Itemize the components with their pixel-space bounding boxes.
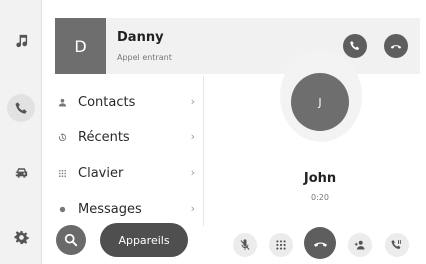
phone-hangup-icon — [313, 241, 327, 247]
add-person-icon — [354, 240, 365, 250]
menu-item-label: Contacts — [78, 94, 136, 110]
menu-item-label: Clavier — [78, 165, 124, 181]
person-icon — [58, 98, 67, 107]
phone-decline-icon — [390, 45, 402, 49]
menu-item-label: Récents — [78, 129, 130, 145]
keypad-button[interactable] — [269, 233, 293, 257]
settings-gear-icon[interactable] — [7, 223, 35, 251]
chevron-right-icon: › — [190, 95, 195, 108]
phone-accept-icon — [350, 41, 360, 51]
search-button[interactable] — [56, 225, 86, 255]
menu-item-messages[interactable]: Messages › — [48, 193, 203, 225]
menu-item-recents[interactable]: Récents › — [48, 121, 203, 153]
menu-item-contacts[interactable]: Contacts › — [48, 86, 203, 118]
accept-call-button[interactable] — [343, 34, 367, 58]
transfer-call-button[interactable] — [385, 233, 409, 257]
car-icon[interactable] — [7, 158, 35, 186]
chevron-right-icon: › — [190, 130, 195, 143]
music-note-icon[interactable] — [7, 26, 35, 54]
chevron-right-icon: › — [190, 166, 195, 179]
caller-avatar-initial: D — [74, 36, 87, 56]
call-timer: 0:20 — [311, 193, 329, 202]
mute-mic-button[interactable] — [233, 233, 257, 257]
caller-name: Danny — [117, 30, 164, 45]
end-call-button[interactable] — [304, 227, 336, 259]
keypad-icon — [58, 169, 67, 177]
mic-off-icon — [240, 239, 250, 250]
call-status: Appel entrant — [117, 53, 172, 62]
panel-divider — [203, 76, 204, 226]
keypad-icon — [276, 240, 286, 250]
left-rail — [0, 0, 42, 264]
menu-item-keypad[interactable]: Clavier › — [48, 157, 203, 189]
phone-screen: D Danny Appel entrant Contacts › Récents… — [0, 0, 426, 264]
message-dot-icon — [59, 206, 66, 212]
devices-button[interactable]: Appareils — [100, 223, 188, 257]
contact-name: John — [303, 171, 337, 186]
search-icon — [64, 233, 78, 247]
history-icon — [58, 132, 67, 141]
menu-item-label: Messages — [78, 201, 142, 217]
phone-transfer-icon — [391, 240, 401, 250]
chevron-right-icon: › — [190, 202, 195, 215]
add-participant-button[interactable] — [348, 233, 372, 257]
phone-icon[interactable] — [7, 94, 35, 122]
decline-call-button[interactable] — [384, 34, 408, 58]
incoming-call-banner[interactable]: D Danny Appel entrant — [55, 18, 420, 74]
contact-avatar-initial: J — [318, 95, 322, 109]
caller-avatar: D — [55, 18, 106, 74]
contact-avatar: J — [291, 73, 349, 131]
